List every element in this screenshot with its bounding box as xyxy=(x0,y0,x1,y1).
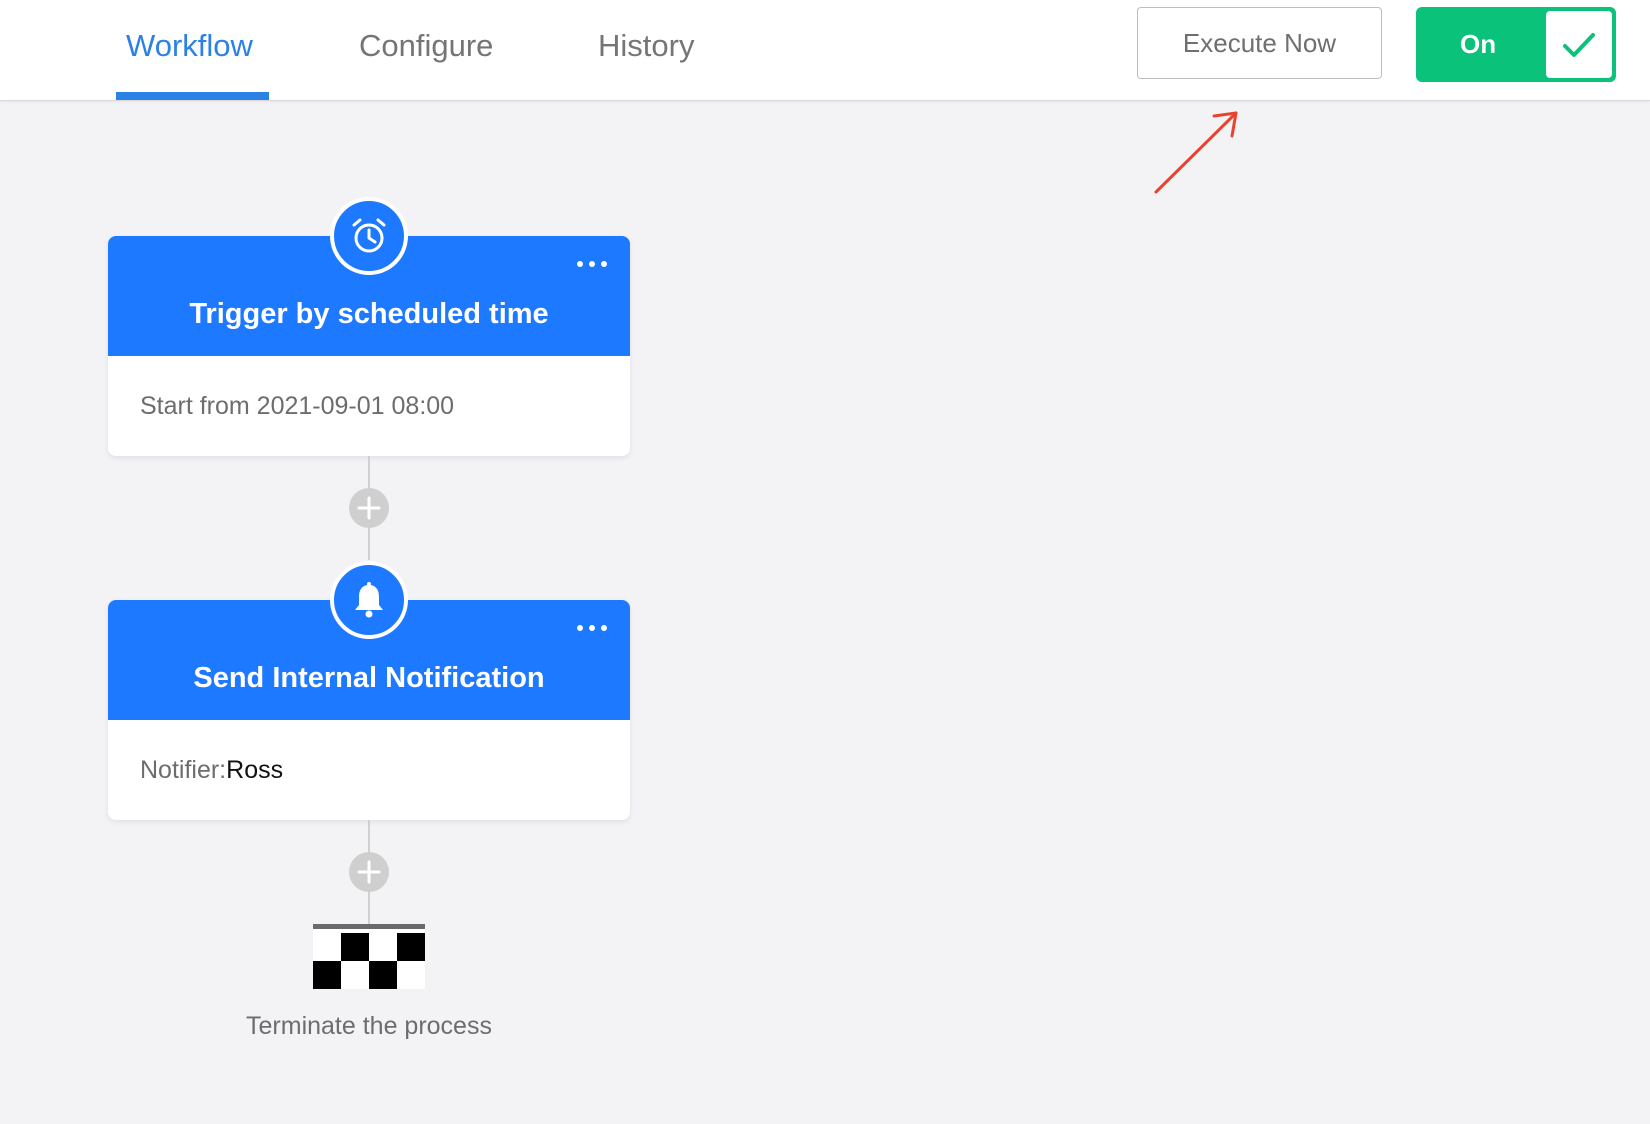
plus-icon xyxy=(357,860,381,884)
checkmark-icon xyxy=(1563,32,1595,57)
trigger-node-detail: Start from 2021-09-01 08:00 xyxy=(140,392,454,421)
alarm-clock-icon xyxy=(352,218,386,253)
end-label: Terminate the process xyxy=(246,1012,492,1040)
more-options-icon[interactable] xyxy=(574,254,610,274)
notification-node-detail-label: Notifier: xyxy=(140,756,227,784)
toggle-label: On xyxy=(1460,29,1497,59)
plus-icon xyxy=(357,496,381,520)
notification-node-badge xyxy=(330,561,408,639)
workflow-enable-toggle[interactable]: On xyxy=(1416,7,1616,82)
trigger-node-title: Trigger by scheduled time xyxy=(189,298,549,330)
notification-node-title: Send Internal Notification xyxy=(193,662,545,694)
bell-icon xyxy=(355,582,383,618)
annotation-arrow-icon xyxy=(1154,111,1238,194)
top-bar: Workflow Configure History Execute Now O… xyxy=(0,0,1650,101)
notification-node-detail-value: Ross xyxy=(226,756,284,784)
execute-now-button[interactable]: Execute Now xyxy=(1137,7,1382,79)
more-options-icon[interactable] xyxy=(574,618,610,638)
tab-workflow[interactable]: Workflow xyxy=(126,28,253,64)
checkered-flag-icon xyxy=(313,924,425,989)
tab-history[interactable]: History xyxy=(598,28,694,64)
add-step-button[interactable] xyxy=(349,852,389,892)
toggle-knob xyxy=(1546,11,1612,78)
execute-now-label: Execute Now xyxy=(1182,27,1337,58)
trigger-node-badge xyxy=(330,197,408,275)
active-tab-indicator xyxy=(116,92,269,100)
add-step-button[interactable] xyxy=(349,488,389,528)
notification-node-detail: Notifier:Ross xyxy=(140,756,283,785)
trigger-node-detail-label: Start from 2021-09-01 08:00 xyxy=(140,392,455,420)
tab-configure[interactable]: Configure xyxy=(359,28,493,64)
